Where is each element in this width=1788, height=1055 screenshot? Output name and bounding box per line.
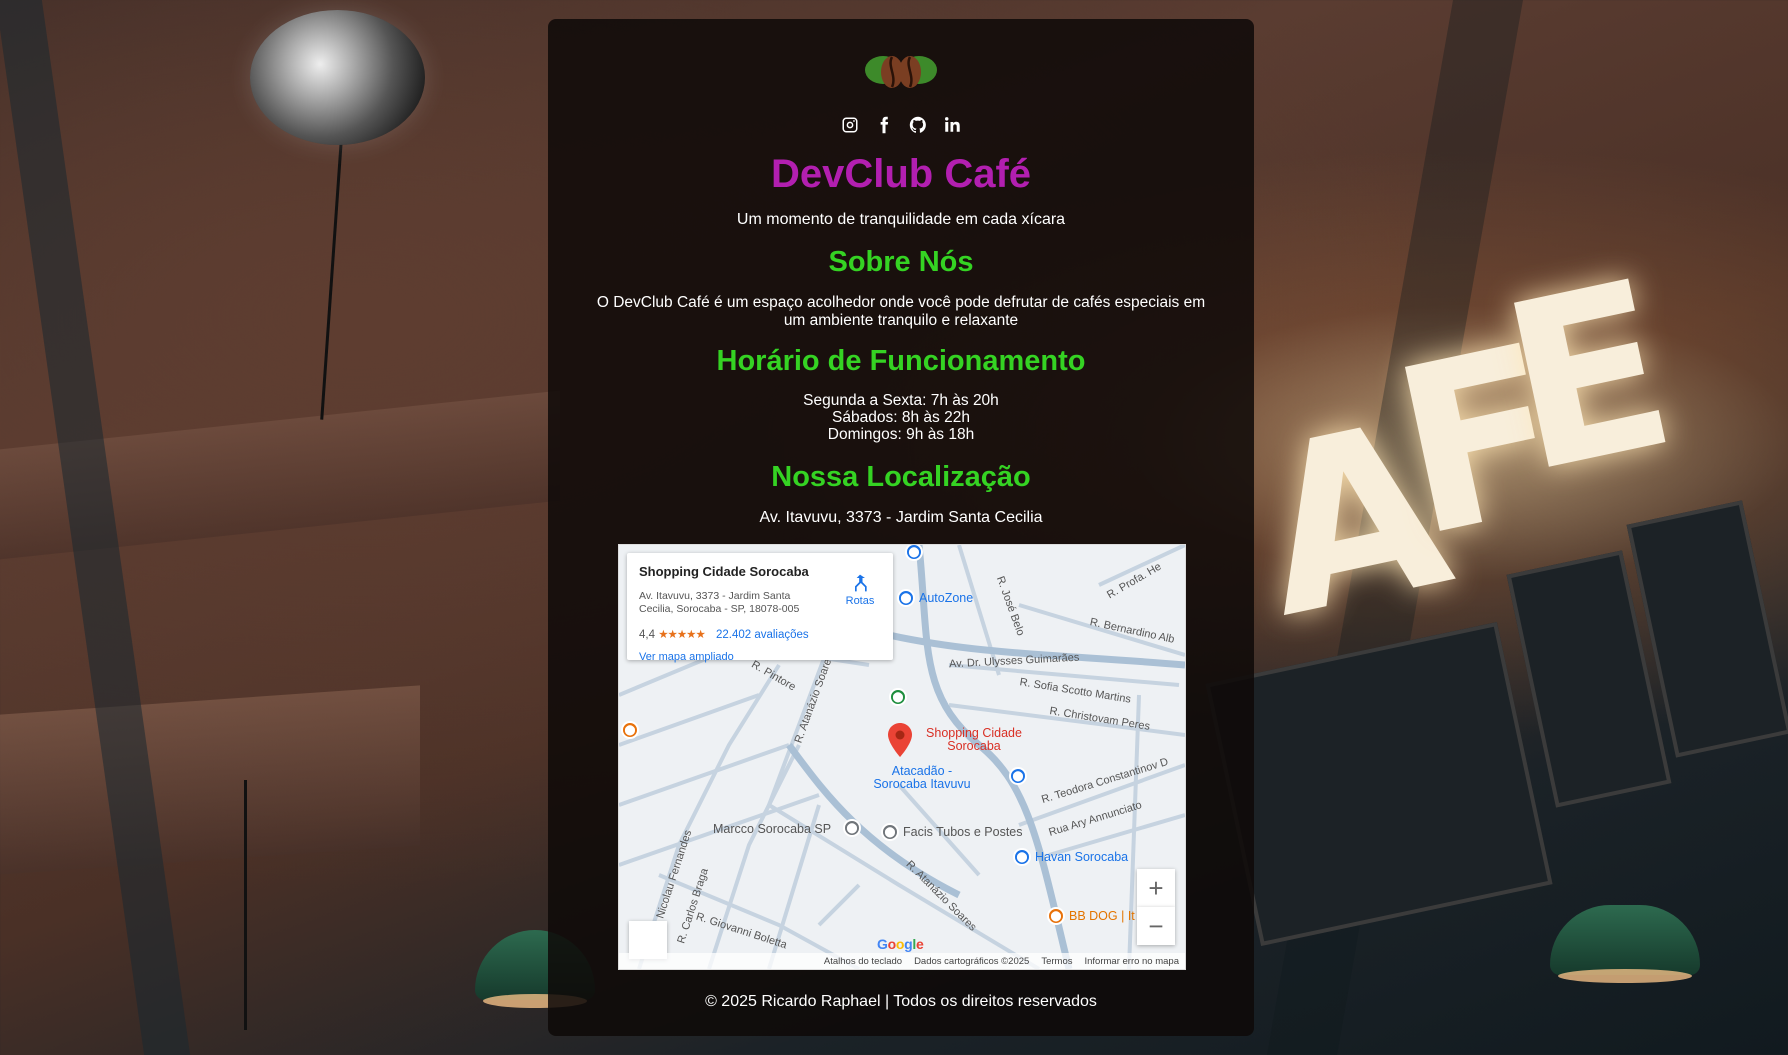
keyboard-shortcuts-link[interactable]: Atalhos do teclado [824, 956, 902, 967]
chalkboard-menu [1205, 621, 1553, 947]
place-label-havan[interactable]: Havan Sorocaba [1035, 850, 1128, 864]
disco-ball [250, 10, 425, 145]
place-pin-icon[interactable]: ⬤ [881, 823, 899, 841]
instagram-icon[interactable] [840, 115, 860, 135]
google-map[interactable]: R. José Belo R. Profa. He R. Bernardino … [618, 544, 1186, 970]
place-card-name: Shopping Cidade Sorocaba [639, 564, 809, 579]
facebook-icon[interactable] [874, 115, 894, 135]
shopping-bag-pin-icon[interactable]: ⬤ [1009, 767, 1027, 785]
about-heading: Sobre Nós [828, 246, 974, 278]
hours-heading: Horário de Funcionamento [716, 345, 1086, 377]
directions-button[interactable]: Rotas [839, 573, 881, 607]
zoom-in-button[interactable]: + [1137, 869, 1175, 907]
coffee-beans-leaf-icon [865, 56, 937, 88]
restaurant-pin-icon[interactable]: ⬤ [1047, 907, 1065, 925]
page-title: DevClub Café [770, 152, 1032, 196]
place-pin-icon[interactable]: ⬤ [843, 819, 861, 837]
lamp-wire [320, 140, 343, 420]
place-label-marcco[interactable]: Marcco Sorocaba SP [713, 822, 831, 836]
footer-copyright: © 2025 Ricardo Raphael | Todos os direit… [705, 993, 1097, 1010]
map-attribution: Atalhos do teclado Dados cartográficos ©… [619, 953, 1185, 969]
google-logo: Google [877, 936, 924, 952]
about-text: O DevClub Café é um espaço acolhedor ond… [596, 294, 1206, 329]
content-card: DevClub Café Um momento de tranquilidade… [548, 19, 1254, 1036]
pendant-lamp [1550, 905, 1700, 983]
shopping-bag-pin-icon[interactable]: ⬤ [897, 589, 915, 607]
tagline: Um momento de tranquilidade em cada xíca… [736, 211, 1066, 228]
terms-link[interactable]: Termos [1041, 956, 1072, 967]
place-pin-icon[interactable]: ⬤ [889, 688, 907, 706]
rating-value: 4,4 [639, 629, 655, 641]
lamp-wire [244, 780, 247, 1030]
map-place-card: Shopping Cidade Sorocaba Av. Itavuvu, 33… [627, 553, 893, 663]
shopping-bag-pin-icon[interactable]: ⬤ [1013, 848, 1031, 866]
hours-saturday: Sábados: 8h às 22h [832, 409, 970, 426]
report-error-link[interactable]: Informar erro no mapa [1084, 956, 1179, 967]
place-label-facis[interactable]: Facis Tubos e Postes [903, 825, 1023, 839]
zoom-out-button[interactable]: − [1137, 907, 1175, 945]
directions-label: Rotas [845, 595, 875, 607]
place-label-autozone[interactable]: AutoZone [919, 591, 973, 605]
place-label-main[interactable]: Shopping Cidade Sorocaba [914, 727, 1034, 753]
rating-stars: ★★★★★ [658, 629, 706, 641]
location-marker-icon[interactable] [888, 723, 912, 757]
place-label-atacadao[interactable]: Atacadão - Sorocaba Itavuvu [867, 765, 977, 791]
place-label-bbdog[interactable]: BB DOG | It [1069, 909, 1135, 923]
place-card-address: Av. Itavuvu, 3373 - Jardim Santa Cecilia… [639, 590, 800, 615]
place-card-rating: 4,4 ★★★★★ 22.402 avaliações [639, 627, 809, 641]
hours-weekdays: Segunda a Sexta: 7h às 20h [803, 392, 999, 409]
map-data-credit: Dados cartográficos ©2025 [914, 955, 1030, 967]
social-links [548, 115, 1254, 135]
linkedin-icon[interactable] [942, 115, 962, 135]
background-wall-lower [0, 685, 420, 875]
github-icon[interactable] [908, 115, 928, 135]
reviews-link[interactable]: 22.402 avaliações [716, 629, 809, 641]
hours-sunday: Domingos: 9h às 18h [827, 426, 975, 443]
location-heading: Nossa Localização [771, 461, 1031, 493]
directions-icon [855, 574, 867, 592]
location-address: Av. Itavuvu, 3373 - Jardim Santa Cecilia [759, 509, 1043, 526]
larger-map-link[interactable]: Ver mapa ampliado [639, 651, 734, 663]
restaurant-pin-icon[interactable]: ⬤ [621, 721, 639, 739]
hours-list: Segunda a Sexta: 7h às 20h Sábados: 8h à… [548, 392, 1254, 443]
